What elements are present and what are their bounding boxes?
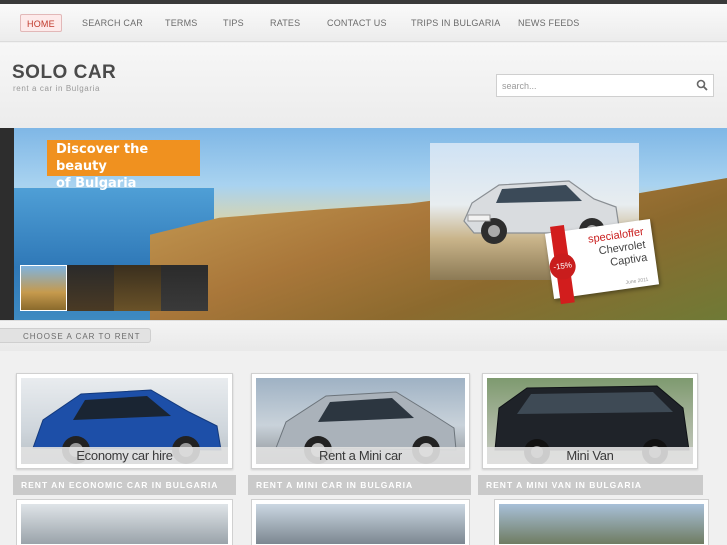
site-logo[interactable]: SOLO CAR bbox=[12, 62, 116, 84]
card-economy-link[interactable]: RENT AN ECONOMIC CAR IN BULGARIA bbox=[13, 475, 236, 495]
nav-trips-in-bulgaria[interactable]: TRIPS IN BULGARIA bbox=[411, 14, 500, 32]
site-tagline: rent a car in Bulgaria bbox=[13, 84, 101, 93]
mini-car-photo: Rent a Mini car bbox=[256, 378, 465, 464]
card-minivan-caption: Mini Van bbox=[487, 447, 693, 464]
nav-terms[interactable]: TERMS bbox=[165, 14, 198, 32]
hero-banner: Discover the beauty of Bulgaria -15% spe… bbox=[0, 128, 727, 320]
card-row2-1-image[interactable] bbox=[16, 499, 233, 545]
minivan-photo: Mini Van bbox=[487, 378, 693, 464]
offer-date: June 2011 bbox=[625, 276, 649, 286]
search-input[interactable] bbox=[497, 75, 687, 96]
slider-thumb-4[interactable] bbox=[161, 265, 208, 311]
card-mini-caption: Rent a Mini car bbox=[256, 447, 465, 464]
card-economy-image[interactable]: Economy car hire bbox=[16, 373, 233, 469]
card-minivan-image[interactable]: Mini Van bbox=[482, 373, 698, 469]
card-row2-3-image[interactable] bbox=[494, 499, 709, 545]
card-row2-2-image[interactable] bbox=[251, 499, 470, 545]
search-box bbox=[496, 74, 714, 97]
section-title: CHOOSE A CAR TO RENT bbox=[0, 328, 151, 343]
card-minivan-link[interactable]: RENT A MINI VAN IN BULGARIA bbox=[478, 475, 703, 495]
headline-line-2: of Bulgaria bbox=[56, 176, 137, 191]
economy-car-photo: Economy car hire bbox=[21, 378, 228, 464]
card-mini-image[interactable]: Rent a Mini car bbox=[251, 373, 470, 469]
row2-car-photo-2 bbox=[256, 504, 465, 544]
banner-headline: Discover the beauty of Bulgaria bbox=[47, 140, 200, 191]
card-mini-link[interactable]: RENT A MINI CAR IN BULGARIA bbox=[248, 475, 471, 495]
slider-thumb-1[interactable] bbox=[20, 265, 67, 311]
nav-home[interactable]: HOME bbox=[20, 14, 62, 32]
nav-contact-us[interactable]: CONTACT US bbox=[327, 14, 387, 32]
car-categories: Economy car hire RENT AN ECONOMIC CAR IN… bbox=[0, 351, 727, 545]
section-header-strip: CHOOSE A CAR TO RENT bbox=[0, 320, 727, 351]
row2-car-photo-1 bbox=[21, 504, 228, 544]
slider-thumb-3[interactable] bbox=[114, 265, 161, 311]
search-icon[interactable] bbox=[696, 79, 708, 91]
site-header: SOLO CAR rent a car in Bulgaria bbox=[0, 43, 727, 128]
nav-news-feeds[interactable]: NEWS FEEDS bbox=[518, 14, 580, 32]
nav-tips[interactable]: TIPS bbox=[223, 14, 244, 32]
slider-thumb-2[interactable] bbox=[67, 265, 114, 311]
banner-edge bbox=[0, 128, 14, 320]
main-nav: HOME SEARCH CAR TERMS TIPS RATES CONTACT… bbox=[0, 4, 727, 42]
slider-thumbnails bbox=[20, 265, 208, 311]
card-economy-caption: Economy car hire bbox=[21, 447, 228, 464]
headline-line-1: Discover the beauty bbox=[56, 142, 149, 174]
nav-rates[interactable]: RATES bbox=[270, 14, 300, 32]
row2-car-photo-3 bbox=[499, 504, 704, 544]
nav-search-car[interactable]: SEARCH CAR bbox=[82, 14, 143, 32]
